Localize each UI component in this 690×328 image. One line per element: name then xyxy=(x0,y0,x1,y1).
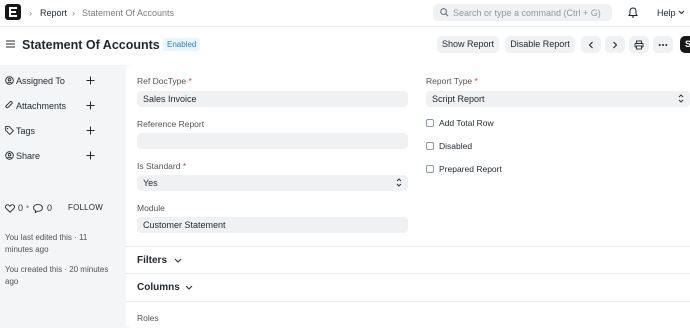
breadcrumb-report[interactable]: Report xyxy=(40,8,67,18)
reference-report-label: Reference Report xyxy=(137,119,205,129)
previous-doc-button[interactable] xyxy=(581,36,601,53)
created-info: You created this · 20 minutes ago xyxy=(5,265,109,286)
columns-section-toggle[interactable]: Columns xyxy=(126,274,266,301)
ellipsis-icon xyxy=(658,43,668,46)
section-divider xyxy=(126,301,690,302)
is-standard-label: Is Standard * xyxy=(137,161,187,171)
save-button[interactable]: S xyxy=(680,36,690,53)
top-navbar: › Report › Statement Of Accounts Help xyxy=(0,0,690,27)
add-tag-icon[interactable] xyxy=(86,126,95,135)
status-badge: Enabled xyxy=(163,38,201,51)
filters-section-toggle[interactable]: Filters xyxy=(126,247,266,273)
sidebar-item-label: Tags xyxy=(16,126,36,136)
comment-icon[interactable] xyxy=(33,204,43,213)
report-type-label: Report Type * xyxy=(426,76,478,86)
help-menu[interactable]: Help xyxy=(657,8,676,18)
search-icon xyxy=(440,8,449,17)
add-share-icon[interactable] xyxy=(86,151,95,160)
add-total-row-label: Add Total Row xyxy=(439,118,494,128)
tag-icon xyxy=(5,126,14,135)
breadcrumb-current[interactable]: Statement Of Accounts xyxy=(82,8,174,18)
module-field[interactable]: Customer Statement xyxy=(137,217,408,233)
dot-separator: • xyxy=(26,202,30,212)
page-title: Statement Of Accounts xyxy=(22,38,160,52)
comment-count: 0 xyxy=(47,203,53,213)
chevron-right-icon xyxy=(613,41,618,48)
more-actions-button[interactable] xyxy=(653,36,673,53)
follow-button[interactable]: FOLLOW xyxy=(68,203,103,212)
share-icon xyxy=(5,151,14,160)
filters-section-title: Filters xyxy=(137,255,168,266)
prepared-report-checkbox[interactable] xyxy=(426,165,434,173)
is-standard-select[interactable]: Yes xyxy=(137,175,408,191)
report-type-select[interactable]: Script Report xyxy=(426,91,690,107)
add-attachment-icon[interactable] xyxy=(86,101,95,110)
select-caret-icon xyxy=(396,178,402,187)
app-logo[interactable] xyxy=(5,4,21,20)
search-box[interactable] xyxy=(433,4,612,21)
columns-section-title: Columns xyxy=(137,282,180,293)
show-report-button[interactable]: Show Report xyxy=(437,36,499,53)
select-caret-icon xyxy=(678,94,684,103)
ref-doctype-label: Ref DocType * xyxy=(137,76,192,86)
prepared-report-label: Prepared Report xyxy=(439,164,502,174)
roles-label: Roles xyxy=(137,313,159,323)
disabled-label: Disabled xyxy=(439,141,473,151)
search-input[interactable] xyxy=(453,4,608,21)
print-button[interactable] xyxy=(629,36,649,53)
disabled-checkbox[interactable] xyxy=(426,142,434,150)
disable-report-button[interactable]: Disable Report xyxy=(505,36,575,53)
chevron-left-icon xyxy=(588,41,593,48)
page-head: Statement Of Accounts Enabled Show Repor… xyxy=(0,27,690,65)
breadcrumb-separator-icon: › xyxy=(29,8,32,18)
module-label: Module xyxy=(137,203,165,213)
sidebar-item-label: Attachments xyxy=(16,101,67,111)
reference-report-field[interactable] xyxy=(137,133,408,149)
add-total-row-checkbox[interactable] xyxy=(426,119,434,127)
sidebar-toggle-icon[interactable] xyxy=(6,40,15,48)
logo-e-icon xyxy=(9,7,17,17)
heart-icon[interactable] xyxy=(5,204,15,213)
report-type-value: Script Report xyxy=(432,94,485,104)
next-doc-button[interactable] xyxy=(605,36,625,53)
ref-doctype-field[interactable]: Sales Invoice xyxy=(137,91,408,107)
like-count: 0 xyxy=(18,203,24,213)
assign-icon xyxy=(5,76,14,85)
printer-icon xyxy=(634,40,644,49)
chevron-down-icon[interactable] xyxy=(678,10,685,15)
notification-bell-icon[interactable] xyxy=(628,7,638,18)
chevron-down-icon xyxy=(185,285,193,290)
chevron-down-icon xyxy=(174,258,182,263)
sidebar-item-label: Assigned To xyxy=(16,76,65,86)
add-assignment-icon[interactable] xyxy=(86,76,95,85)
last-edited-info: You last edited this · 11 minutes ago xyxy=(5,233,88,254)
sidebar-item-label: Share xyxy=(16,151,41,161)
paperclip-icon xyxy=(5,101,13,109)
breadcrumb-separator-icon: › xyxy=(72,8,75,18)
is-standard-value: Yes xyxy=(143,178,158,188)
